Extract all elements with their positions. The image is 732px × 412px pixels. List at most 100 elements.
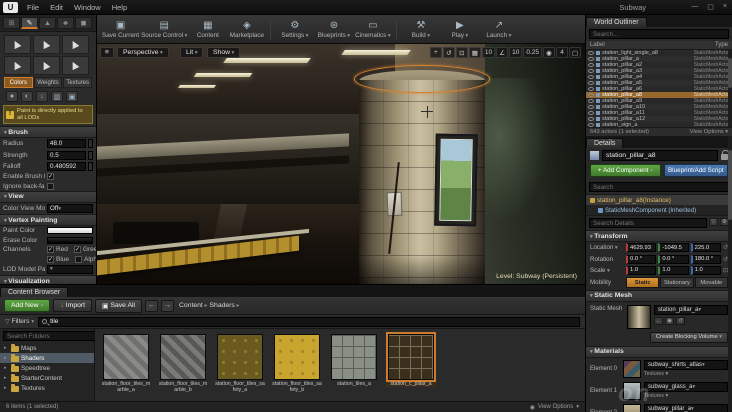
caret-icon[interactable]: ▸: [4, 345, 9, 351]
tab-content-browser[interactable]: Content Browser: [0, 287, 69, 297]
submode-textures[interactable]: Textures: [63, 77, 93, 88]
strength-spinner[interactable]: [88, 150, 93, 160]
lod-model-dropdown[interactable]: [47, 264, 93, 274]
location-x-field[interactable]: 4629.93: [626, 243, 657, 253]
fill-tool-icon[interactable]: [62, 35, 89, 54]
component-search-input[interactable]: [589, 182, 729, 192]
location-z-field[interactable]: 225.0: [690, 243, 721, 253]
outliner-column-headers[interactable]: Label Type: [586, 41, 732, 50]
grid-snap-icon[interactable]: [468, 47, 481, 58]
create-blocking-volume-button[interactable]: Create Blocking Volume: [649, 331, 728, 343]
materials-section-header[interactable]: Materials: [586, 345, 732, 358]
enable-brush-checkbox[interactable]: [47, 173, 54, 181]
caret-icon[interactable]: ▸: [4, 375, 9, 381]
source-control-button[interactable]: ▤ Source Control: [141, 16, 187, 43]
content-button[interactable]: ▦ Content: [189, 16, 226, 43]
static-mesh-thumbnail[interactable]: [627, 304, 651, 329]
cinematics-button[interactable]: ▭ Cinematics: [354, 16, 391, 43]
outliner-row[interactable]: station_sign_a StaticMeshActor: [586, 122, 732, 127]
radius-input[interactable]: 48.0: [47, 139, 86, 149]
details-scrollbar[interactable]: [728, 136, 732, 412]
forward-button[interactable]: →: [161, 299, 175, 312]
save-current-button[interactable]: ▣ Save Current: [102, 16, 139, 43]
scale-snap-value[interactable]: 0.25: [523, 47, 542, 58]
translate-tool-icon[interactable]: [429, 47, 442, 58]
landscape-mode-icon[interactable]: ▲: [39, 17, 56, 29]
menu-file[interactable]: File: [27, 3, 39, 12]
minimize-button[interactable]: —: [691, 3, 698, 11]
asset-search-box[interactable]: tile: [38, 316, 580, 327]
rotation-y-field[interactable]: 0.0 °: [658, 254, 689, 264]
asset-tile[interactable]: station_floor_tiles_safety_b: [272, 334, 322, 393]
submode-colors[interactable]: Colors: [4, 77, 33, 88]
fill-action-icon[interactable]: ◐: [21, 91, 33, 102]
colors-tool-icon[interactable]: [4, 56, 31, 75]
grid-snap-value[interactable]: 10: [481, 47, 496, 58]
asset-tile[interactable]: station_floor_tiles_marble_a: [101, 334, 151, 393]
foliage-mode-icon[interactable]: ♣: [57, 17, 74, 29]
scale-x-field[interactable]: 1.0: [626, 265, 657, 275]
visibility-eye-icon[interactable]: [588, 69, 594, 73]
play-button[interactable]: ▶ Play: [441, 16, 478, 43]
scale-y-field[interactable]: 1.0: [658, 265, 689, 275]
paint-color-swatch[interactable]: [47, 227, 93, 235]
filter-funnel-icon[interactable]: ▽: [709, 218, 718, 226]
channel-blue-checkbox[interactable]: [47, 255, 54, 263]
settings-button[interactable]: ⚙ Settings: [276, 16, 313, 43]
camera-speed-icon[interactable]: [543, 47, 555, 58]
viewport-3d[interactable]: ≡ Perspective Lit Show 10 10 0.25 4 Leve…: [97, 44, 585, 284]
blueprint-add-script-button[interactable]: Blueprint/Add Script: [663, 164, 728, 177]
folder-shaders[interactable]: ▸ Shaders: [0, 353, 94, 363]
strength-input[interactable]: 0.5: [47, 150, 86, 160]
asset-search-value[interactable]: tile: [50, 318, 58, 325]
material-dropdown[interactable]: subway_pillar_a: [644, 404, 728, 412]
select-tool-icon[interactable]: [4, 35, 31, 54]
visibility-eye-icon[interactable]: [588, 63, 594, 67]
static-mesh-section-header[interactable]: Static Mesh: [586, 289, 732, 302]
static-mesh-dropdown[interactable]: station_pillar_a: [654, 304, 728, 315]
visibility-eye-icon[interactable]: [588, 117, 594, 121]
scale-tool-icon[interactable]: [455, 47, 468, 58]
reset-icon[interactable]: ↺: [676, 316, 685, 325]
build-button[interactable]: ⚒ Build: [402, 16, 439, 43]
channel-red-checkbox[interactable]: [47, 246, 54, 254]
folder-startercontent[interactable]: ▸ StarterContent: [0, 373, 94, 383]
folder-search-input[interactable]: [3, 331, 99, 341]
caret-icon[interactable]: ▸: [4, 365, 9, 371]
material-thumbnail[interactable]: [623, 381, 641, 400]
menu-window[interactable]: Window: [74, 3, 101, 12]
maximize-viewport-icon[interactable]: [569, 47, 581, 58]
component-tree-root[interactable]: station_pillar_a8(Instance): [586, 195, 732, 205]
erase-color-swatch[interactable]: [47, 236, 93, 244]
caret-icon[interactable]: ▸: [4, 355, 9, 361]
outliner-search-input[interactable]: [589, 29, 729, 39]
visibility-eye-icon[interactable]: [588, 93, 594, 97]
asset-tile[interactable]: station_floor_tiles_marble_b: [158, 334, 208, 393]
paint-action-icon[interactable]: ●: [6, 91, 18, 102]
material-thumbnail[interactable]: [623, 359, 641, 378]
view-options-button[interactable]: ◉ View Options: [530, 404, 579, 411]
paint-tool-icon[interactable]: [33, 35, 60, 54]
propagate-action-icon[interactable]: ↓: [36, 91, 48, 102]
mobility-movable[interactable]: Movable: [694, 277, 728, 289]
visibility-eye-icon[interactable]: [588, 111, 594, 115]
transform-section-header[interactable]: Transform: [586, 230, 732, 242]
folder-speedtree[interactable]: ▸ Speedtree: [0, 363, 94, 373]
launch-button[interactable]: ↗ Launch: [480, 16, 517, 43]
back-button[interactable]: ←: [145, 299, 159, 312]
browse-icon[interactable]: ←: [654, 316, 663, 325]
details-search-input[interactable]: [589, 218, 707, 228]
close-button[interactable]: ×: [723, 3, 727, 11]
folder-textures[interactable]: ▸ Textures: [0, 383, 94, 393]
rotation-x-field[interactable]: 0.0 °: [626, 254, 657, 264]
weights-tool-icon[interactable]: [33, 56, 60, 75]
mobility-static[interactable]: Static: [626, 277, 660, 289]
save-action-icon[interactable]: ▣: [66, 91, 78, 102]
breadcrumb-shaders[interactable]: Shaders: [210, 302, 240, 309]
filters-button[interactable]: ▽ Filters: [5, 318, 34, 325]
material-dropdown[interactable]: subway_glass_a: [644, 382, 728, 392]
visibility-eye-icon[interactable]: [588, 75, 594, 79]
scale-z-field[interactable]: 1.0: [690, 265, 721, 275]
save-all-button[interactable]: ▣ Save All: [95, 298, 143, 313]
channel-alpha-checkbox[interactable]: [75, 255, 83, 263]
